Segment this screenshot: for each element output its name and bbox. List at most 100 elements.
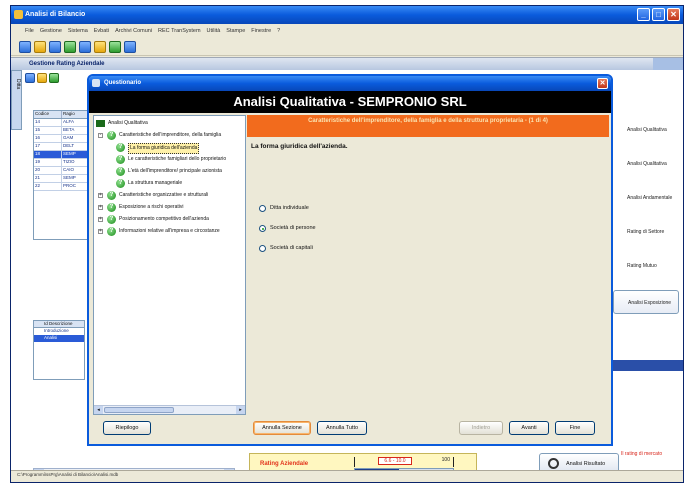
- table-row[interactable]: 20 CAIO: [34, 167, 90, 175]
- analisi-andamentale-button[interactable]: Analisi Andamentale: [613, 186, 679, 210]
- question-icon: ?: [107, 215, 116, 224]
- analysis-list-header: Id Descrizione: [34, 321, 84, 328]
- mdi-title: Gestione Rating Aziendale: [11, 58, 683, 70]
- tree-item[interactable]: ? L'età dell'imprenditore/ principale az…: [116, 166, 246, 177]
- question-icon: ?: [107, 203, 116, 212]
- tree-item[interactable]: - ? Caratteristiche dell'imprenditore, d…: [98, 130, 246, 141]
- table-row[interactable]: 16 GAM: [34, 135, 90, 143]
- dialog-titlebar: Questionario ✕: [89, 76, 611, 91]
- analisi-esposizione-button[interactable]: Analisi Esposizione: [613, 290, 679, 314]
- companies-table: Codice Ragio 14 ALFA 15 BETA 16 GAM 17 DELT …: [33, 110, 91, 240]
- annulla-sezione-button[interactable]: Annulla Sezione: [253, 421, 311, 435]
- question-icon: ?: [116, 179, 125, 188]
- tree-item-selected[interactable]: ? La forma giuridica dell'azienda: [116, 142, 246, 154]
- close-icon[interactable]: ✕: [667, 8, 680, 21]
- tree-item[interactable]: + ? Posizionamento competitivo dell'azie…: [98, 214, 246, 225]
- analisi-qualitativa-button-2[interactable]: Analisi Qualitativa: [613, 152, 679, 176]
- app-icon: [14, 10, 23, 19]
- side-tab-ditta[interactable]: Ditta: [11, 70, 22, 130]
- analisi-qualitativa-button[interactable]: Analisi Qualitativa: [613, 118, 679, 142]
- tree-item[interactable]: + ? Informazioni relative all'impresa e …: [98, 226, 246, 237]
- rating-di-settore-button[interactable]: Rating di Settore: [613, 220, 679, 244]
- toolbar-settings-icon[interactable]: [109, 40, 121, 53]
- maximize-icon[interactable]: □: [652, 8, 665, 21]
- table-row[interactable]: 19 TIZIO: [34, 159, 90, 167]
- menu-sistema[interactable]: Sistema: [68, 28, 88, 34]
- expand-icon[interactable]: +: [98, 229, 103, 234]
- tree-root[interactable]: Analisi Qualitativa: [96, 118, 246, 129]
- table-row[interactable]: 22 PROC: [34, 183, 90, 191]
- list-item[interactable]: Introduzione: [34, 328, 84, 335]
- mdi-refresh-icon[interactable]: [49, 73, 59, 83]
- menu-finestre[interactable]: Finestre: [251, 28, 271, 34]
- table-row[interactable]: 15 BETA: [34, 127, 90, 135]
- question-icon: ?: [116, 167, 125, 176]
- mdi-window-controls[interactable]: [653, 58, 683, 70]
- tree-item[interactable]: ? Le caratteristiche famigliari dello pr…: [116, 154, 246, 165]
- collapse-icon[interactable]: -: [98, 133, 103, 138]
- minimize-icon[interactable]: _: [637, 8, 650, 21]
- panel-divider-bar: [609, 360, 683, 371]
- question-icon: ?: [107, 191, 116, 200]
- table-row[interactable]: 14 ALFA: [34, 119, 90, 127]
- scroll-right-icon[interactable]: ▸: [236, 406, 245, 414]
- menu-gestione[interactable]: Gestione: [40, 28, 62, 34]
- menu-stampe[interactable]: Stampe: [226, 28, 245, 34]
- avanti-button[interactable]: Avanti: [509, 421, 549, 435]
- column-header-ragione[interactable]: Ragio: [62, 111, 90, 118]
- mdi-save-icon[interactable]: [37, 73, 47, 83]
- column-header-codice[interactable]: Codice: [34, 111, 62, 118]
- tree-item[interactable]: + ? Esposizione a rischi operativi: [98, 202, 246, 213]
- dialog-icon: [92, 79, 100, 87]
- toolbar-edit-icon[interactable]: [64, 40, 76, 53]
- tree-horizontal-scrollbar[interactable]: ◂ ▸: [94, 405, 245, 414]
- menu-rec-transystem[interactable]: REC TranSystem: [158, 28, 200, 34]
- rating-note: Il rating di mercato: [621, 451, 663, 457]
- table-row-selected[interactable]: 18 SEMP: [34, 151, 90, 159]
- menu-archivi-comuni[interactable]: Archivi Comuni: [115, 28, 152, 34]
- list-item-selected[interactable]: Analisi: [34, 335, 84, 342]
- radio-button-selected[interactable]: [259, 225, 266, 232]
- menu-file[interactable]: File: [25, 28, 34, 34]
- app-title: Analisi di Bilancio: [25, 11, 86, 18]
- question-text: La forma giuridica dell'azienda.: [251, 143, 348, 150]
- scroll-left-icon[interactable]: ◂: [94, 406, 103, 414]
- toolbar-report-icon[interactable]: [124, 40, 136, 53]
- dialog-title: Questionario: [104, 80, 142, 86]
- radio-button[interactable]: [259, 205, 266, 212]
- menu-utilita[interactable]: Utilità: [207, 28, 221, 34]
- question-section-header: Caratteristiche dell'imprenditore, della…: [247, 115, 609, 137]
- root-folder-icon: [96, 120, 105, 127]
- expand-icon[interactable]: +: [98, 193, 103, 198]
- table-row[interactable]: 17 DELT: [34, 143, 90, 151]
- scroll-thumb[interactable]: [104, 407, 174, 413]
- expand-icon[interactable]: +: [98, 205, 103, 210]
- toolbar-pencil-icon[interactable]: [94, 40, 106, 53]
- dialog-close-icon[interactable]: ✕: [597, 78, 608, 89]
- toolbar-tools-icon[interactable]: [79, 40, 91, 53]
- questions-tree: Analisi Qualitativa - ? Caratteristiche …: [93, 115, 246, 415]
- table-row[interactable]: 21 SEMP: [34, 175, 90, 183]
- right-panel: Analisi Qualitativa Analisi Qualitativa …: [609, 108, 683, 476]
- fine-button[interactable]: Fine: [555, 421, 595, 435]
- radio-button[interactable]: [259, 245, 266, 252]
- question-panel: Caratteristiche dell'imprenditore, della…: [247, 115, 609, 415]
- toolbar-open-icon[interactable]: [19, 40, 31, 53]
- mdi-new-icon[interactable]: [25, 73, 35, 83]
- riepilogo-button[interactable]: Riepilogo: [103, 421, 151, 435]
- menu-evbati[interactable]: Evbati: [94, 28, 109, 34]
- indietro-button[interactable]: Indietro: [459, 421, 503, 435]
- toolbar-chart-icon[interactable]: [49, 40, 61, 53]
- dialog-header: Analisi Qualitativa - SEMPRONIO SRL: [89, 91, 611, 113]
- menu-help[interactable]: ?: [277, 28, 280, 34]
- tree-item[interactable]: ? La struttura manageriale: [116, 178, 246, 189]
- annulla-tutto-button[interactable]: Annulla Tutto: [317, 421, 367, 435]
- magnifier-icon: [548, 458, 559, 469]
- expand-icon[interactable]: +: [98, 217, 103, 222]
- rating-max: 100: [441, 457, 450, 463]
- menu-bar: File Gestione Sistema Evbati Archivi Com…: [11, 24, 683, 38]
- rating-mutuo-button[interactable]: Rating Mutuo: [613, 254, 679, 278]
- status-bar: C:\Programmi\ssPrg\Analisi di Bilancio\A…: [11, 470, 683, 478]
- tree-item[interactable]: + ? Caratteristiche organizzative e stru…: [98, 190, 246, 201]
- toolbar-folder-icon[interactable]: [34, 40, 46, 53]
